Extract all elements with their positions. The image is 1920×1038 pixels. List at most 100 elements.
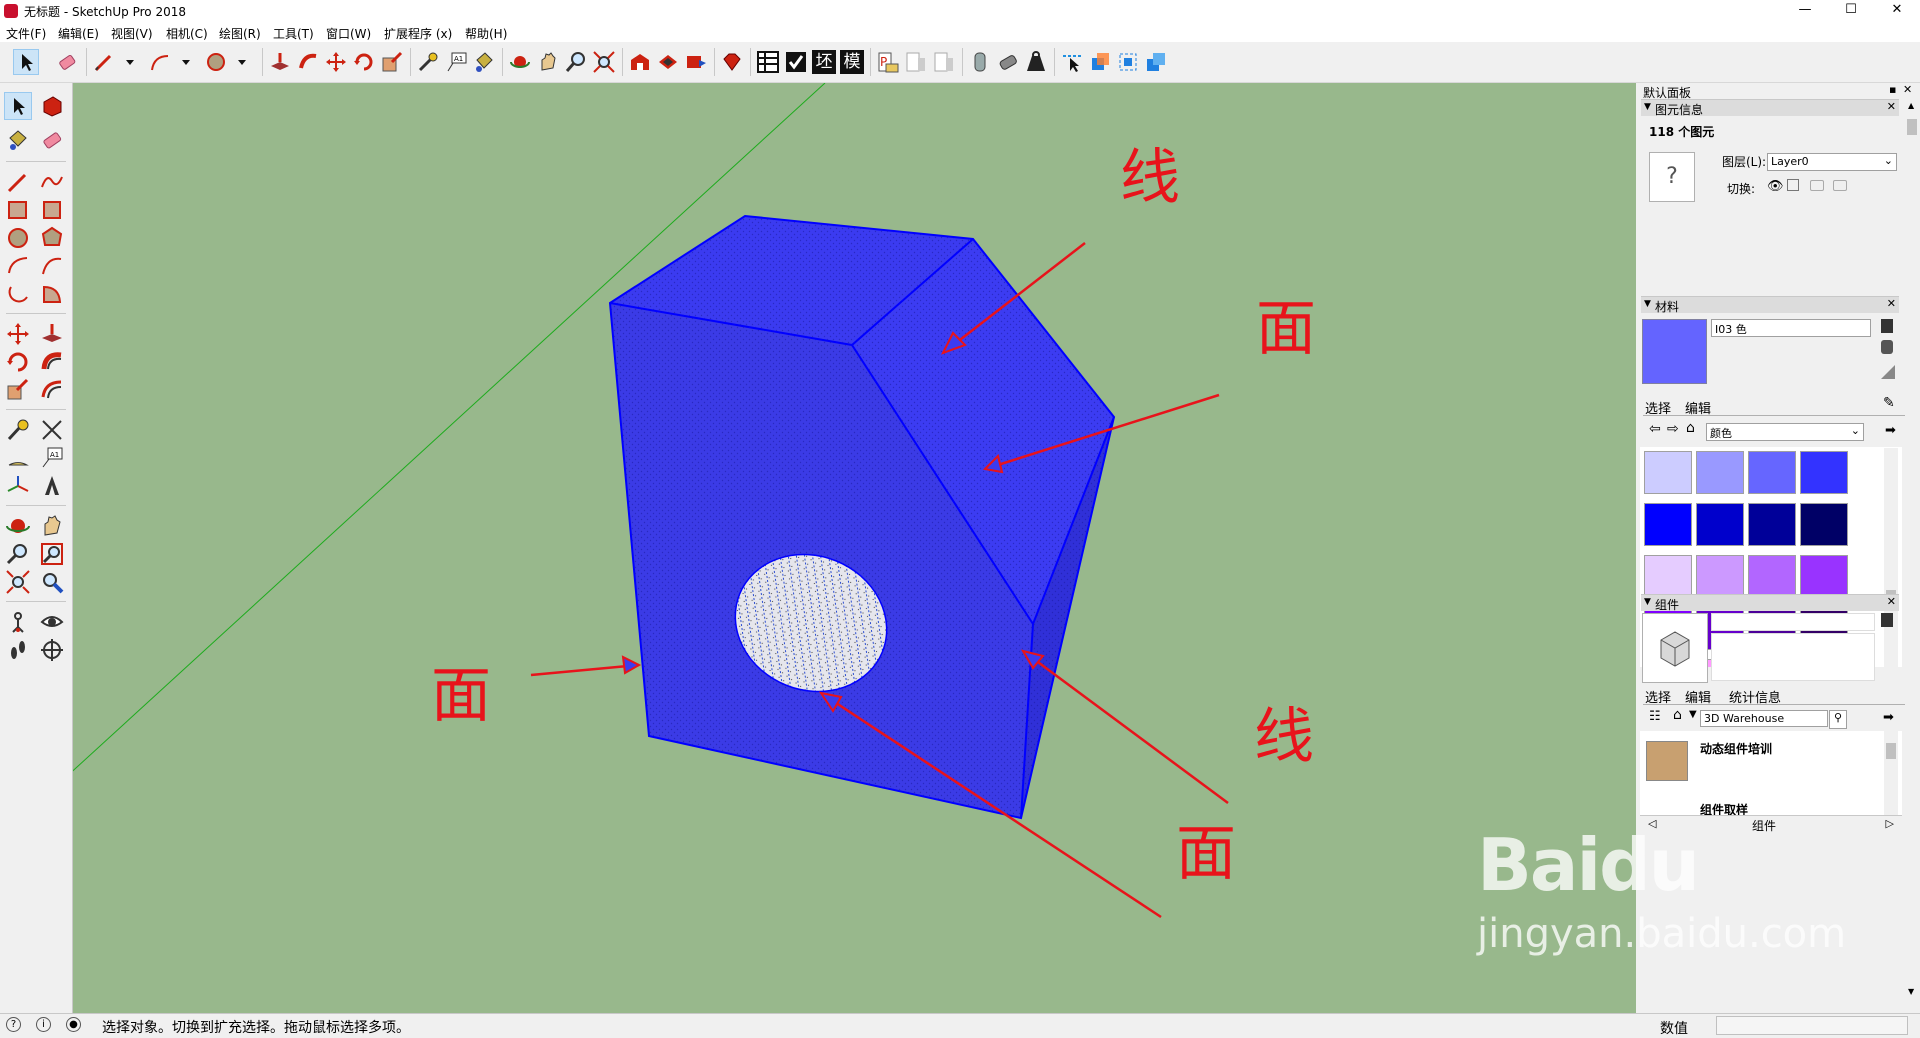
shape-dropdown-icon[interactable]	[232, 50, 256, 74]
make-component-icon[interactable]	[39, 93, 65, 119]
solid-trim-icon[interactable]	[996, 50, 1020, 74]
position-camera-icon[interactable]	[5, 609, 31, 635]
close-icon[interactable]: ✕	[1887, 100, 1896, 113]
circle-icon[interactable]	[5, 225, 31, 251]
zoom-icon[interactable]	[564, 50, 588, 74]
offset-icon[interactable]	[39, 377, 65, 403]
dimension-icon[interactable]	[39, 417, 65, 443]
close-icon[interactable]: ✕	[1887, 297, 1896, 310]
orbit-tool-icon[interactable]	[5, 513, 31, 539]
entity-info-header[interactable]: ▼ 图元信息 ✕	[1641, 99, 1899, 117]
material-swatch[interactable]	[1748, 555, 1796, 598]
view-options-icon[interactable]: ☷	[1649, 709, 1661, 724]
measurements-input[interactable]	[1716, 1016, 1908, 1035]
layout-send-icon[interactable]	[904, 50, 928, 74]
previous-view-icon[interactable]	[39, 569, 65, 595]
material-name-input[interactable]: I03 色	[1711, 319, 1871, 337]
material-library-select[interactable]: 颜色 ⌄	[1706, 423, 1864, 441]
layout-icon[interactable]: P	[876, 50, 900, 74]
model-scene[interactable]	[73, 83, 1636, 1013]
menu-tools[interactable]: 工具(T)	[273, 25, 314, 42]
forward-arrow-icon[interactable]: ⇨	[1667, 421, 1679, 437]
material-swatch[interactable]	[1696, 451, 1744, 494]
minimize-button[interactable]: —	[1782, 0, 1828, 22]
blank-model-button[interactable]: 坯	[812, 50, 836, 74]
circle-tool-icon[interactable]	[204, 50, 228, 74]
follow-me-tool-icon[interactable]	[39, 349, 65, 375]
solid-shell-icon[interactable]	[968, 50, 992, 74]
share-component-icon[interactable]	[684, 50, 708, 74]
move-tool-icon[interactable]	[324, 50, 348, 74]
paint-icon[interactable]	[5, 127, 31, 153]
arc-icon[interactable]	[5, 253, 31, 279]
menu-window[interactable]: 窗口(W)	[326, 25, 371, 42]
section-select-icon[interactable]	[1060, 50, 1084, 74]
geo-location-icon[interactable]: ?	[6, 1017, 21, 1032]
component-description-field[interactable]	[1711, 633, 1875, 681]
section-fill-icon[interactable]	[1144, 50, 1168, 74]
solid-weight-icon[interactable]	[1024, 50, 1048, 74]
material-swatch[interactable]	[1748, 503, 1796, 546]
menu-help[interactable]: 帮助(H)	[465, 25, 507, 42]
eraser-tool-icon[interactable]	[55, 50, 79, 74]
home-icon[interactable]: ⌂	[1673, 707, 1682, 723]
chevron-right-icon[interactable]: ▷	[1886, 817, 1894, 830]
default-material-icon[interactable]	[1881, 340, 1893, 354]
section-plane-tool-icon[interactable]	[39, 637, 65, 663]
tape-icon[interactable]	[5, 417, 31, 443]
close-button[interactable]: ✕	[1874, 0, 1920, 22]
share-model-icon[interactable]	[656, 50, 680, 74]
follow-me-icon[interactable]	[296, 50, 320, 74]
pan-icon[interactable]	[39, 513, 65, 539]
details-arrow-icon[interactable]: ➡	[1883, 710, 1894, 725]
push-pull-tool-icon[interactable]	[39, 321, 65, 347]
material-swatch[interactable]	[1748, 451, 1796, 494]
materials-header[interactable]: ▼ 材料 ✕	[1641, 296, 1899, 314]
list-item[interactable]: 动态组件培训	[1700, 740, 1772, 757]
3d-text-icon[interactable]	[39, 473, 65, 499]
component-search-input[interactable]: 3D Warehouse	[1700, 710, 1828, 727]
zoom-tool-icon[interactable]	[5, 541, 31, 567]
layer-select[interactable]: Layer0 ⌄	[1767, 153, 1897, 171]
rotated-rectangle-icon[interactable]	[39, 197, 65, 223]
three-point-arc-icon[interactable]	[5, 281, 31, 307]
polygon-icon[interactable]	[39, 225, 65, 251]
component-name-field[interactable]	[1711, 613, 1875, 631]
user-icon[interactable]: ●	[66, 1017, 81, 1032]
menu-camera[interactable]: 相机(C)	[166, 25, 208, 42]
rotate-tool-icon[interactable]	[352, 50, 376, 74]
extension-warehouse-icon[interactable]	[720, 50, 744, 74]
menu-extensions[interactable]: 扩展程序 (x)	[384, 25, 452, 42]
details-arrow-icon[interactable]: ➡	[1885, 423, 1896, 438]
rotate-icon[interactable]	[5, 349, 31, 375]
material-swatch[interactable]	[1644, 451, 1692, 494]
line-icon[interactable]	[5, 169, 31, 195]
components-header[interactable]: ▼ 组件 ✕	[1641, 594, 1899, 612]
home-icon[interactable]: ⌂	[1686, 420, 1695, 436]
push-pull-icon[interactable]	[268, 50, 292, 74]
close-icon[interactable]: ✕	[1887, 595, 1896, 608]
chevron-down-icon[interactable]: ▼	[1689, 709, 1697, 720]
table-icon[interactable]	[756, 50, 780, 74]
model-button[interactable]: 模	[840, 50, 864, 74]
zoom-window-icon[interactable]	[39, 541, 65, 567]
checkbox-icon[interactable]	[784, 50, 808, 74]
menu-file[interactable]: 文件(F)	[6, 25, 46, 42]
visibility-eye-icon[interactable]: 👁	[1767, 179, 1784, 194]
menu-edit[interactable]: 编辑(E)	[58, 25, 99, 42]
line-dropdown-icon[interactable]	[120, 50, 144, 74]
text-tool-icon[interactable]: A1	[444, 50, 468, 74]
eraser-icon[interactable]	[39, 127, 65, 153]
pie-icon[interactable]	[39, 281, 65, 307]
two-point-arc-icon[interactable]	[39, 253, 65, 279]
menu-draw[interactable]: 绘图(R)	[219, 25, 261, 42]
receive-shadows-icon[interactable]	[1810, 180, 1824, 191]
pin-icon[interactable]: ▪	[1889, 83, 1896, 96]
freehand-icon[interactable]	[39, 169, 65, 195]
warehouse-icon[interactable]	[628, 50, 652, 74]
maximize-button[interactable]: ☐	[1828, 0, 1874, 22]
section-plane-icon[interactable]	[1088, 50, 1112, 74]
credits-icon[interactable]: i	[36, 1017, 51, 1032]
tray-scrollbar[interactable]: ▲ ▼	[1905, 99, 1919, 999]
protractor-icon[interactable]	[5, 445, 31, 471]
